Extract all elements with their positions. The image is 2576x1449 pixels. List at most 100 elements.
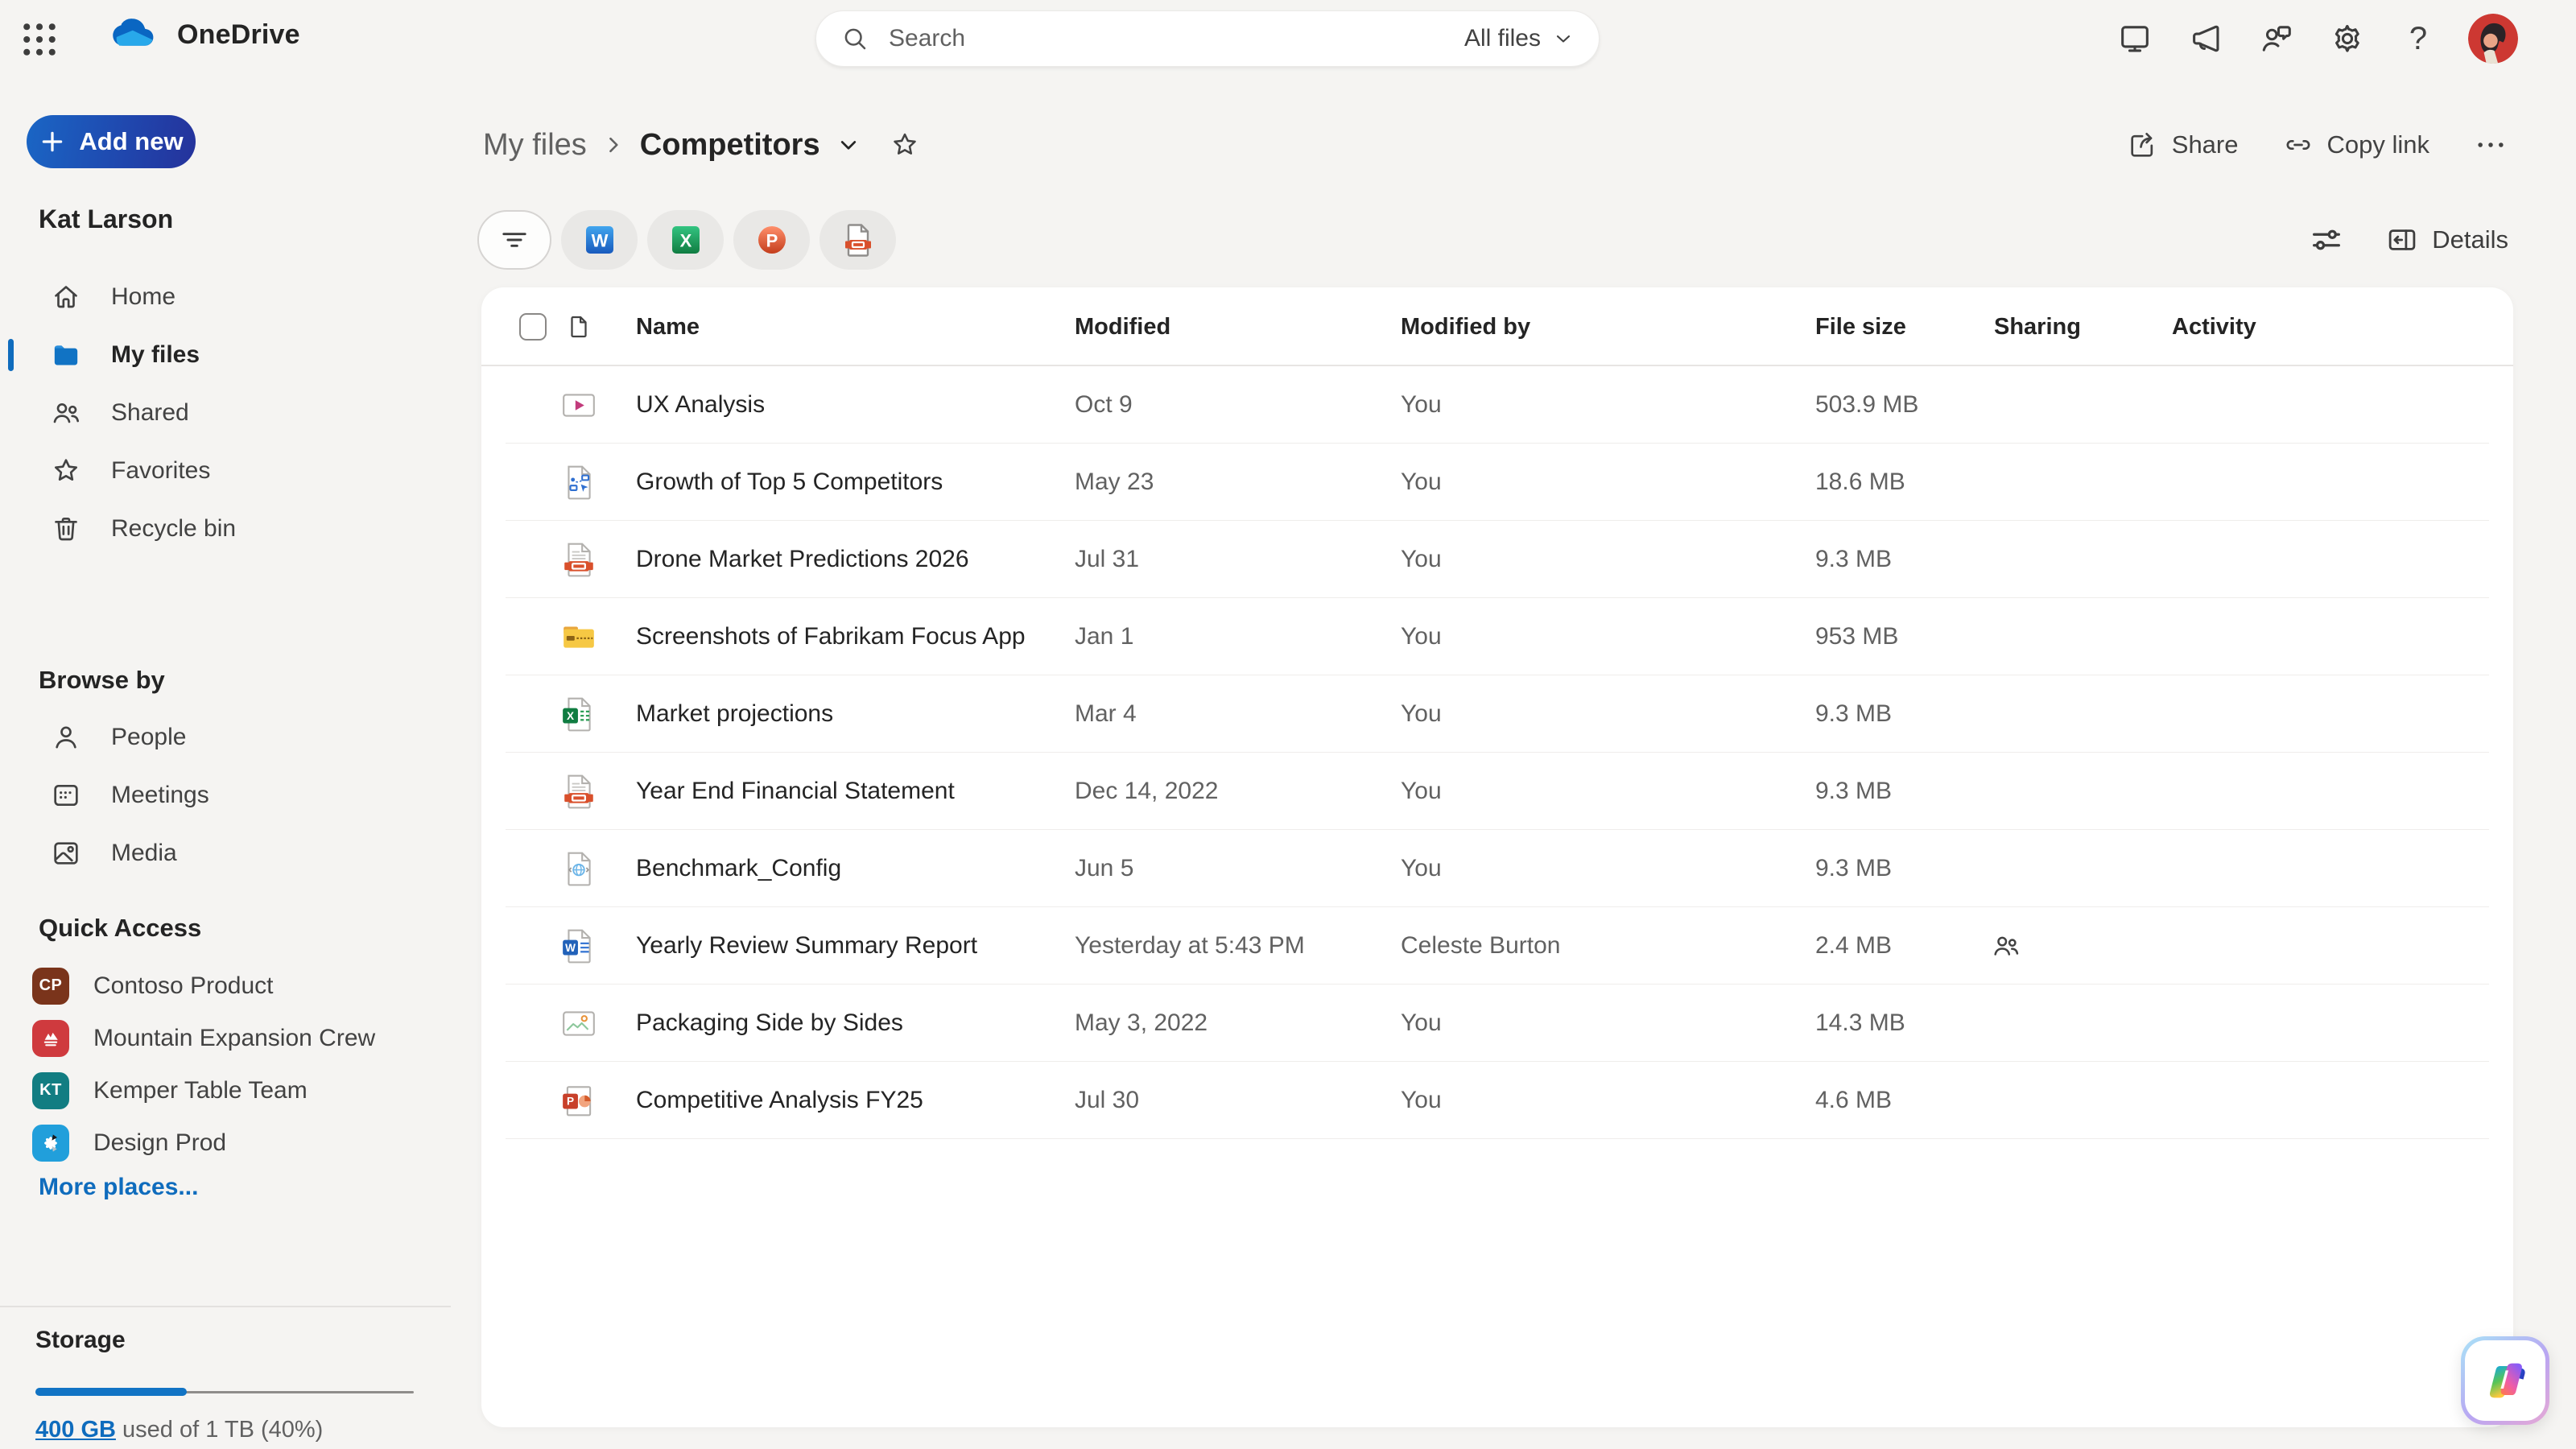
table-row[interactable]: Benchmark_Config Jun 5 You 9.3 MB [481, 830, 2513, 907]
quick-access-heading: Quick Access [39, 914, 201, 943]
feedback-icon[interactable] [2256, 18, 2297, 60]
sidebar-item-my-files[interactable]: My files [0, 326, 451, 384]
sidebar-item-shared[interactable]: Shared [0, 384, 451, 442]
quick-access-item-design-prod[interactable]: Design Prod [0, 1117, 451, 1169]
file-name[interactable]: Competitive Analysis FY25 [636, 1062, 923, 1139]
column-header-modified[interactable]: Modified [1075, 287, 1170, 366]
user-avatar[interactable] [2468, 14, 2518, 64]
whats-new-icon[interactable] [2185, 18, 2227, 60]
file-size: 4.6 MB [1815, 1062, 1892, 1139]
column-header-activity[interactable]: Activity [2172, 287, 2256, 366]
table-row[interactable]: Drone Market Predictions 2026 Jul 31 You… [481, 521, 2513, 598]
excel-logo-icon: X [668, 222, 704, 258]
excel-filter-button[interactable]: X [647, 210, 724, 270]
svg-text:X: X [567, 710, 574, 722]
column-header-file-size[interactable]: File size [1815, 287, 1906, 366]
plus-icon [39, 128, 66, 155]
sidebar-item-media[interactable]: Media [0, 824, 451, 882]
breadcrumb-my-files[interactable]: My files [483, 128, 587, 163]
file-name[interactable]: Growth of Top 5 Competitors [636, 444, 943, 521]
file-size: 9.3 MB [1815, 830, 1892, 907]
sidebar-item-people[interactable]: People [0, 708, 451, 766]
help-icon[interactable]: ? [2397, 18, 2439, 60]
quick-access-item-mountain-expansion-crew[interactable]: Mountain Expansion Crew [0, 1012, 451, 1064]
file-size: 953 MB [1815, 598, 1898, 675]
table-row[interactable]: Screenshots of Fabrikam Focus App Jan 1 … [481, 598, 2513, 675]
file-name[interactable]: Yearly Review Summary Report [636, 907, 977, 985]
image-file-icon [560, 985, 597, 1062]
storage-used-link[interactable]: 400 GB [35, 1417, 116, 1443]
sidebar-item-label: My files [111, 341, 200, 369]
star-icon [50, 455, 82, 487]
file-name[interactable]: Screenshots of Fabrikam Focus App [636, 598, 1026, 675]
more-icon [2473, 127, 2508, 163]
table-row[interactable]: UX Analysis Oct 9 You 503.9 MB [481, 366, 2513, 444]
sidebar-item-home[interactable]: Home [0, 268, 451, 326]
search-input[interactable]: Search All files [815, 10, 1600, 67]
breadcrumb-current-folder[interactable]: Competitors [640, 128, 820, 163]
quick-access-item-contoso-product[interactable]: CP Contoso Product [0, 960, 451, 1012]
file-name[interactable]: UX Analysis [636, 366, 765, 444]
details-pane-button[interactable]: Details [2385, 223, 2508, 257]
file-modified-by: You [1401, 521, 1442, 598]
favorite-star-icon[interactable] [890, 130, 920, 160]
file-modified-by: You [1401, 985, 1442, 1062]
copilot-button[interactable] [2461, 1336, 2549, 1425]
sort-options-icon[interactable] [2308, 221, 2345, 258]
sidebar-item-meetings[interactable]: Meetings [0, 766, 451, 824]
add-new-button[interactable]: Add new [27, 115, 196, 168]
storage-fill [35, 1388, 187, 1396]
word-filter-button[interactable]: W [561, 210, 638, 270]
file-modified-date: Jul 30 [1075, 1062, 1139, 1139]
select-all-checkbox[interactable] [519, 313, 547, 341]
app-launcher-waffle-icon[interactable] [18, 18, 61, 61]
settings-icon[interactable] [2326, 18, 2368, 60]
site-tile: CP [32, 968, 69, 1005]
folder-menu-chevron-icon[interactable] [835, 131, 862, 159]
table-row[interactable]: Packaging Side by Sides May 3, 2022 You … [481, 985, 2513, 1062]
device-monitor-icon[interactable] [2114, 18, 2156, 60]
home-icon [50, 281, 82, 313]
storage-usage-text: 400 GB used of 1 TB (40%) [35, 1417, 451, 1443]
copy-link-button[interactable]: Copy link [2282, 129, 2430, 161]
filter-toggle-button[interactable] [477, 210, 551, 270]
table-row[interactable]: P Competitive Analysis FY25 Jul 30 You 4… [481, 1062, 2513, 1139]
column-header-sharing[interactable]: Sharing [1994, 287, 2081, 366]
column-header-modified-by[interactable]: Modified by [1401, 287, 1530, 366]
onedrive-brand[interactable]: OneDrive [111, 16, 300, 53]
file-name[interactable]: Year End Financial Statement [636, 753, 955, 830]
search-scope-value: All files [1464, 25, 1541, 52]
svg-text:W: W [591, 231, 608, 251]
site-tile: KT [32, 1072, 69, 1109]
table-row[interactable]: X Market projections Mar 4 You 9.3 MB [481, 675, 2513, 753]
top-bar: OneDrive Search All files ? [0, 0, 2576, 77]
more-places-link[interactable]: More places... [39, 1174, 198, 1201]
trash-icon [50, 513, 82, 545]
table-row[interactable]: Growth of Top 5 Competitors May 23 You 1… [481, 444, 2513, 521]
file-type-column-icon [565, 287, 592, 366]
column-header-name[interactable]: Name [636, 287, 700, 366]
table-header: Name Modified Modified by File size Shar… [481, 287, 2513, 366]
file-name[interactable]: Packaging Side by Sides [636, 985, 903, 1062]
sidebar-item-recycle-bin[interactable]: Recycle bin [0, 500, 451, 558]
sidebar-item-favorites[interactable]: Favorites [0, 442, 451, 500]
file-name[interactable]: Benchmark_Config [636, 830, 841, 907]
pdf-filter-button[interactable] [819, 210, 896, 270]
chevron-right-icon [600, 131, 627, 159]
file-size: 503.9 MB [1815, 366, 1918, 444]
search-scope-dropdown[interactable]: All files [1464, 25, 1575, 52]
storage-heading: Storage [35, 1327, 451, 1354]
svg-text:P: P [567, 1096, 574, 1108]
video-file-icon [560, 366, 597, 444]
table-row[interactable]: Year End Financial Statement Dec 14, 202… [481, 753, 2513, 830]
powerpoint-filter-button[interactable]: P [733, 210, 810, 270]
more-options-button[interactable] [2473, 127, 2508, 163]
file-name[interactable]: Market projections [636, 675, 833, 753]
onedrive-cloud-icon [111, 16, 164, 53]
share-button[interactable]: Share [2127, 129, 2239, 161]
file-name[interactable]: Drone Market Predictions 2026 [636, 521, 969, 598]
globe-code-file-icon [560, 830, 597, 907]
quick-access-item-kemper-table-team[interactable]: KT Kemper Table Team [0, 1064, 451, 1117]
table-row[interactable]: W Yearly Review Summary Report Yesterday… [481, 907, 2513, 985]
excel-file-icon: X [560, 675, 597, 753]
